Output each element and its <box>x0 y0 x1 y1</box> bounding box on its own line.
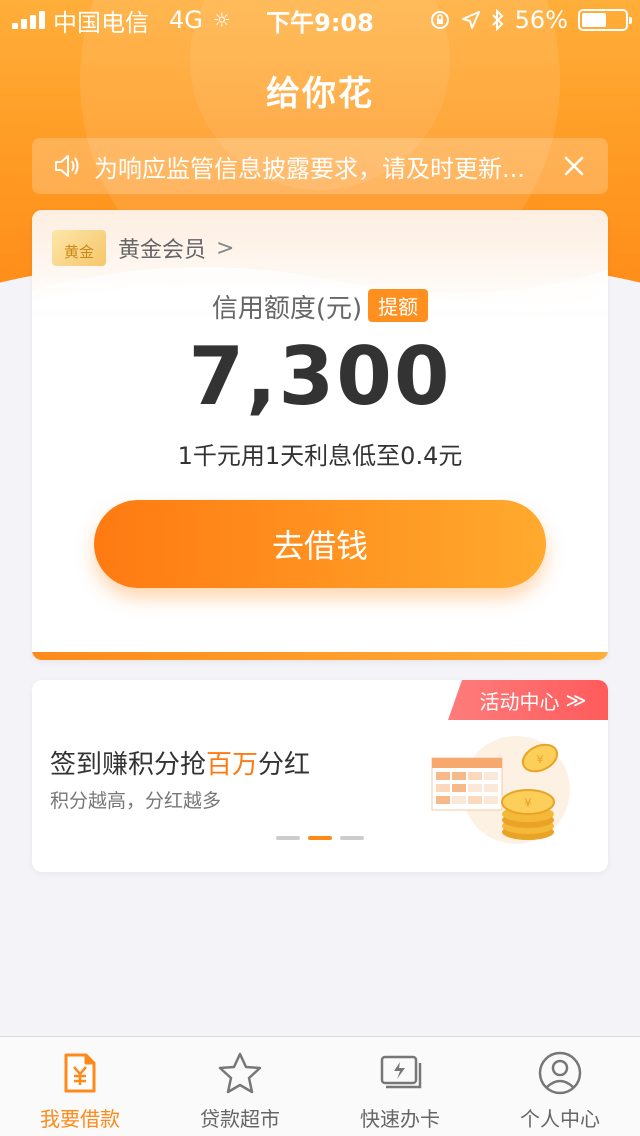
activity-subtitle: 积分越高，分红越多 <box>50 790 222 812</box>
battery-icon <box>578 9 632 31</box>
carousel-dot[interactable] <box>308 836 332 840</box>
status-bar: 中国电信 4G ☼ 下午9:08 56% <box>0 0 640 40</box>
activity-title: 签到赚积分抢百万分红 <box>50 744 310 781</box>
credit-limit-value: 7,300 <box>188 330 452 423</box>
svg-text:¥: ¥ <box>537 753 544 766</box>
carousel-dot[interactable] <box>340 836 364 840</box>
chevron-right-icon: > <box>216 235 235 261</box>
location-icon <box>461 11 480 29</box>
network-type: 4G <box>169 6 203 34</box>
member-level-link[interactable]: 黄金 黄金会员 > <box>52 230 234 266</box>
interest-rate-text: 1千元用1天利息低至0.4元 <box>177 442 463 470</box>
page-title: 给你花 <box>266 74 374 114</box>
borrow-button[interactable]: 去借钱 <box>94 500 546 588</box>
battery-level <box>582 13 606 27</box>
credit-limit-card: 黄金 黄金会员 > 信用额度(元) 提额 7,300 1千元用1天利息低至0.4元… <box>32 210 608 660</box>
coins-calendar-illustration: ¥ ¥ <box>431 736 570 844</box>
star-icon <box>218 1052 262 1094</box>
tab-label: 贷款超市 <box>200 1107 280 1131</box>
carrier-name: 中国电信 <box>53 8 149 37</box>
increase-limit-button[interactable]: 提额 <box>368 289 429 322</box>
tab-profile[interactable]: 个人中心 <box>480 1037 640 1136</box>
tab-loan-market[interactable]: 贷款超市 <box>160 1037 320 1136</box>
bottom-tab-bar: 我要借款 贷款超市 快速办卡 个人中心 <box>0 1036 640 1136</box>
card-icon <box>380 1055 422 1089</box>
member-level-label: 黄金会员 <box>118 238 207 263</box>
tab-loan[interactable]: 我要借款 <box>0 1037 160 1136</box>
activity-title-highlight: 百万 <box>206 750 259 780</box>
carousel-dot[interactable] <box>276 836 300 840</box>
speaker-icon <box>55 155 79 177</box>
activity-center-tag[interactable]: 活动中心 ≫ <box>448 680 608 720</box>
tab-label: 快速办卡 <box>360 1107 440 1131</box>
tab-quick-card[interactable]: 快速办卡 <box>320 1037 480 1136</box>
gold-member-badge: 黄金 <box>52 230 106 266</box>
loading-icon: ☼ <box>212 8 231 32</box>
notice-text: 为响应监管信息披露要求，请及时更新... <box>94 154 525 183</box>
activity-center-label: 活动中心 <box>479 689 560 714</box>
bluetooth-icon <box>491 9 504 31</box>
double-chevron-right-icon: ≫ <box>565 688 587 712</box>
signal-icon <box>12 11 45 29</box>
rotation-lock-icon <box>430 11 449 29</box>
card-accent-bar <box>32 652 608 660</box>
credit-limit-label: 信用额度(元) <box>211 294 363 324</box>
activity-banner[interactable]: 活动中心 ≫ 签到赚积分抢百万分红 积分越高，分红越多 ¥ ¥ <box>32 680 608 872</box>
tab-label: 个人中心 <box>520 1107 600 1131</box>
battery-percent: 56% <box>514 6 568 34</box>
close-icon[interactable] <box>560 152 588 180</box>
notice-banner[interactable]: 为响应监管信息披露要求，请及时更新... <box>32 138 608 194</box>
activity-title-prefix: 签到赚积分抢 <box>50 750 207 780</box>
person-icon <box>538 1051 582 1095</box>
carousel-indicator[interactable] <box>276 836 364 840</box>
svg-text:¥: ¥ <box>524 796 532 810</box>
credit-limit-label-row: 信用额度(元) 提额 <box>32 288 608 325</box>
loan-document-icon <box>64 1053 96 1093</box>
activity-title-suffix: 分红 <box>258 750 311 780</box>
tab-label: 我要借款 <box>40 1107 120 1131</box>
